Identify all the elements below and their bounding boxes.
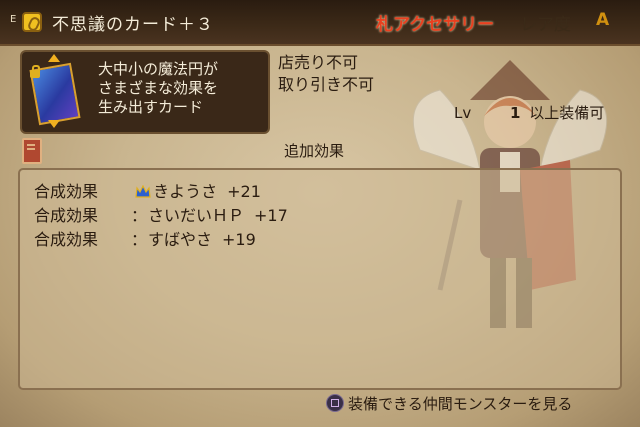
effect-row: 合成効果 ：すばやさ +19	[34, 226, 256, 250]
effect-stat: すばやさ	[148, 230, 213, 249]
view-monsters-label: 装備できる仲間モンスターを見る	[348, 395, 573, 413]
level-requirement: Lv 1 以上装備可	[454, 102, 604, 123]
crown-icon	[135, 185, 151, 198]
effect-row: 合成効果 ：さいだいＨＰ +17	[34, 202, 288, 226]
level-label: Lv	[454, 104, 472, 122]
title-bar: E 不思議のカード＋３ 札アクセサリー レア度 A	[0, 0, 640, 46]
effect-stat: きようさ	[153, 182, 218, 201]
item-name: 不思議のカード＋３	[52, 15, 214, 35]
equip-marker: E	[10, 14, 17, 25]
item-info-panel: 大中小の魔法円が さまざまな効果を 生み出すカード	[20, 50, 270, 134]
effect-value: +19	[222, 230, 256, 249]
description-line: さまざまな効果を	[98, 79, 219, 97]
item-description: 大中小の魔法円が さまざまな効果を 生み出すカード	[98, 60, 264, 117]
card-accessory-icon	[22, 12, 42, 32]
level-suffix: 以上装備可	[529, 104, 605, 122]
effect-value: +17	[254, 206, 288, 225]
item-category: 札アクセサリー	[376, 15, 495, 35]
effect-stat: さいだいＨＰ	[148, 206, 245, 225]
book-icon[interactable]	[22, 138, 42, 164]
trade-restrictions: 店売り不可 取り引き不可	[278, 52, 374, 96]
effect-row: 合成効果 きようさ +21	[34, 178, 261, 202]
effects-title: 追加効果	[284, 142, 345, 160]
restriction-no-sell: 店売り不可	[278, 53, 359, 72]
view-monsters-button[interactable]: 装備できる仲間モンスターを見る	[326, 393, 572, 414]
effect-separator: ：	[130, 206, 147, 225]
effect-label: 合成効果	[34, 230, 99, 249]
effect-label: 合成効果	[34, 206, 99, 225]
effect-value: +21	[227, 182, 261, 201]
description-line: 大中小の魔法円が	[98, 60, 219, 78]
effect-separator: ：	[130, 230, 147, 249]
effect-label: 合成効果	[34, 182, 99, 201]
previous-item-arrow-icon[interactable]	[48, 54, 60, 62]
restriction-no-trade: 取り引き不可	[278, 75, 375, 94]
rarity-value: A	[596, 10, 610, 30]
next-item-arrow-icon[interactable]	[48, 120, 60, 128]
level-value: 1	[510, 104, 521, 122]
lock-icon	[30, 65, 40, 78]
description-line: 生み出すカード	[98, 98, 204, 116]
rarity-label: レア度	[520, 15, 571, 35]
square-button-icon	[326, 394, 344, 412]
effects-list: 合成効果 きようさ +21 合成効果 ：さいだいＨＰ +17 合成効果 ：すばやさ +19	[18, 168, 622, 390]
